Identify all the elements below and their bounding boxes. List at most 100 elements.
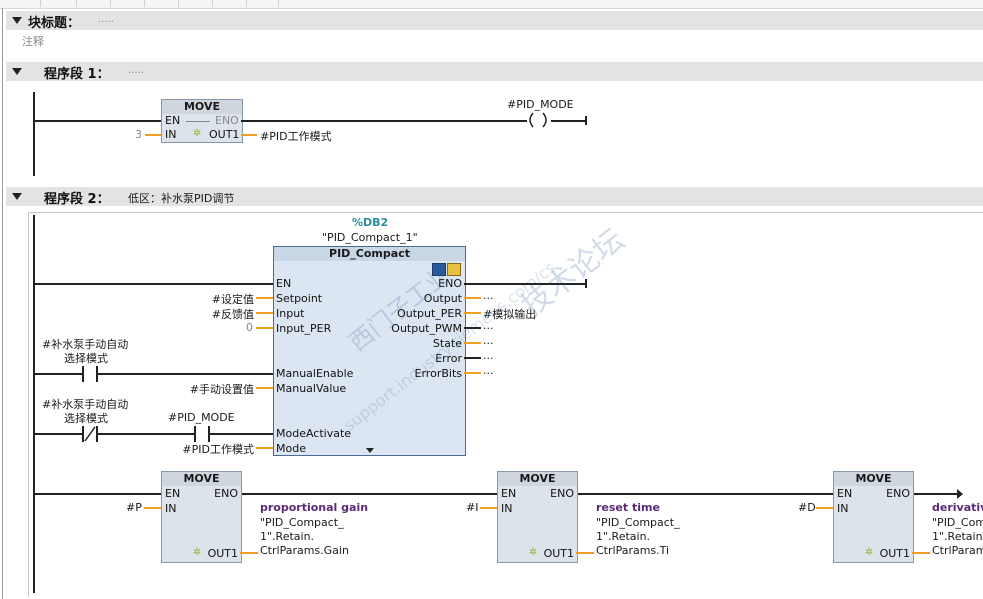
output-dots[interactable]: ... — [483, 289, 494, 302]
pid-pin-modeactivate: ModeActivate — [276, 427, 352, 440]
pin-wire — [464, 297, 481, 299]
pin-wire — [145, 134, 161, 136]
tab-cell[interactable] — [212, 0, 247, 7]
move-1-dest-3[interactable]: CtrlParams.Gain — [260, 544, 349, 557]
pid-db-number[interactable]: %DB2 — [352, 216, 388, 229]
move-1-in-var[interactable]: #P — [126, 501, 142, 514]
tab-cell[interactable] — [40, 0, 77, 7]
mode-var[interactable]: #PID工作模式 — [160, 441, 254, 457]
network-2-header[interactable]: 程序段 2： 低区：补水泵PID调节 — [6, 187, 983, 207]
pin-wire — [576, 552, 594, 554]
pin-eno: ENO — [215, 114, 239, 127]
manualvalue-var[interactable]: #手动设置值 — [170, 381, 254, 397]
coil-icon[interactable] — [525, 112, 551, 128]
pin-eno: ENO — [214, 487, 238, 500]
pin-en: EN — [837, 487, 853, 500]
pid-pin-manualvalue: ManualValue — [276, 382, 347, 395]
coil-var[interactable]: #PID_MODE — [507, 98, 574, 111]
pin-wire — [464, 312, 481, 314]
move-1-dest-2[interactable]: 1".Retain. — [260, 530, 314, 543]
tab-cell[interactable] — [0, 0, 41, 7]
move-block[interactable]: MOVE EN ENO IN ✲ OUT1 — [833, 471, 914, 563]
error-dots[interactable]: ... — [483, 349, 494, 362]
commissioning-icon[interactable] — [432, 263, 446, 276]
input-per-value[interactable]: 0 — [246, 321, 253, 334]
wire — [98, 433, 194, 435]
wire — [34, 433, 82, 435]
pin-wire — [256, 327, 273, 329]
collapse-triangle-icon[interactable] — [12, 17, 22, 24]
no-contact-icon[interactable] — [82, 366, 98, 382]
block-comment[interactable]: 注释 — [22, 33, 44, 49]
move-1-dest-1[interactable]: "PID_Compact_ — [260, 516, 344, 529]
pin-wire — [480, 507, 497, 509]
state-dots[interactable]: ... — [483, 334, 494, 347]
tab-cell[interactable] — [110, 0, 145, 7]
tab-cell[interactable] — [246, 0, 279, 7]
move-block[interactable]: MOVE EN ENO IN ✲ OUT1 — [497, 471, 578, 563]
collapse-triangle-icon[interactable] — [12, 193, 22, 200]
move-3-in-var[interactable]: #D — [798, 501, 816, 514]
pid-compact-block[interactable]: PID_Compact EN Setpoint Input Input_PER … — [273, 246, 466, 456]
setpoint-var[interactable]: #设定值 — [190, 291, 254, 307]
pin-out1: OUT1 — [207, 547, 238, 560]
move-2-dest-3[interactable]: CtrlParams.Ti — [596, 544, 669, 557]
network-1-header[interactable]: 程序段 1： ..... — [6, 62, 983, 82]
network-2-comment[interactable]: 低区：补水泵PID调节 — [128, 190, 234, 206]
move-3-dest-3[interactable]: CtrlParam — [932, 544, 983, 557]
pin-en: EN — [501, 487, 517, 500]
network-2-label: 程序段 2： — [44, 192, 110, 207]
contact-2-var-line2[interactable]: 选择模式 — [64, 410, 108, 426]
pid-pin-en: EN — [276, 277, 292, 290]
move-in-value[interactable]: 3 — [135, 128, 142, 141]
block-title-bar[interactable]: 块标题： ..... — [6, 11, 983, 31]
power-rail — [33, 92, 35, 176]
move-2-label[interactable]: reset time — [596, 501, 660, 514]
move-block-title: MOVE — [162, 472, 241, 486]
pin-wire — [240, 552, 258, 554]
pin-wire — [256, 297, 273, 299]
move-2-dest-2[interactable]: 1".Retain. — [596, 530, 650, 543]
errorbits-dots[interactable]: ... — [483, 364, 494, 377]
pid-pin-mode: Mode — [276, 442, 306, 455]
no-contact-icon[interactable] — [194, 426, 210, 442]
move-out-var[interactable]: #PID工作模式 — [260, 128, 332, 144]
pid-pin-input: Input — [276, 307, 305, 320]
move-2-dest-1[interactable]: "PID_Compact_ — [596, 516, 680, 529]
wire — [34, 283, 273, 285]
input-var[interactable]: #反馈值 — [190, 306, 254, 322]
pid-pin-input-per: Input_PER — [276, 322, 332, 335]
pin-wire — [256, 387, 273, 389]
network-1-comment[interactable]: ..... — [128, 65, 144, 76]
collapse-triangle-icon[interactable] — [12, 68, 22, 75]
contact-3-var[interactable]: #PID_MODE — [168, 411, 235, 424]
move-2-in-var[interactable]: #I — [466, 501, 478, 514]
move-3-dest-clip: derivative "PID_Com 1".Retain. CtrlParam — [930, 498, 983, 560]
expand-arrow-icon[interactable] — [366, 448, 374, 453]
move-3-dest-1[interactable]: "PID_Com — [932, 516, 983, 529]
power-rail — [33, 215, 35, 593]
pin-wire — [256, 312, 273, 314]
pid-pin-output-per: Output_PER — [397, 307, 462, 320]
move-block[interactable]: MOVE EN ENO IN ✲ OUT1 — [161, 471, 242, 563]
move-block[interactable]: MOVE EN ENO IN ✲ OUT1 — [161, 99, 243, 143]
config-icon[interactable] — [447, 263, 461, 276]
pid-instance-name[interactable]: "PID_Compact_1" — [322, 231, 418, 244]
pin-wire — [912, 552, 930, 554]
output-pwm-dots[interactable]: ... — [483, 319, 494, 332]
move-block-title: MOVE — [498, 472, 577, 486]
contact-1-var-line2[interactable]: 选择模式 — [64, 350, 108, 366]
nc-contact-icon[interactable] — [82, 426, 98, 442]
wire-end — [585, 116, 587, 125]
move-block-title: MOVE — [834, 472, 913, 486]
move-1-label[interactable]: proportional gain — [260, 501, 368, 514]
block-title-value[interactable]: ..... — [98, 14, 114, 25]
pin-out1: OUT1 — [209, 128, 240, 141]
tab-cell[interactable] — [144, 0, 179, 7]
move-3-label[interactable]: derivative — [932, 501, 983, 514]
pid-pin-eno: ENO — [438, 277, 462, 290]
tab-cell[interactable] — [76, 0, 111, 7]
negation-slash-icon — [84, 426, 96, 442]
move-3-dest-2[interactable]: 1".Retain. — [932, 530, 983, 543]
tab-cell[interactable] — [178, 0, 213, 7]
